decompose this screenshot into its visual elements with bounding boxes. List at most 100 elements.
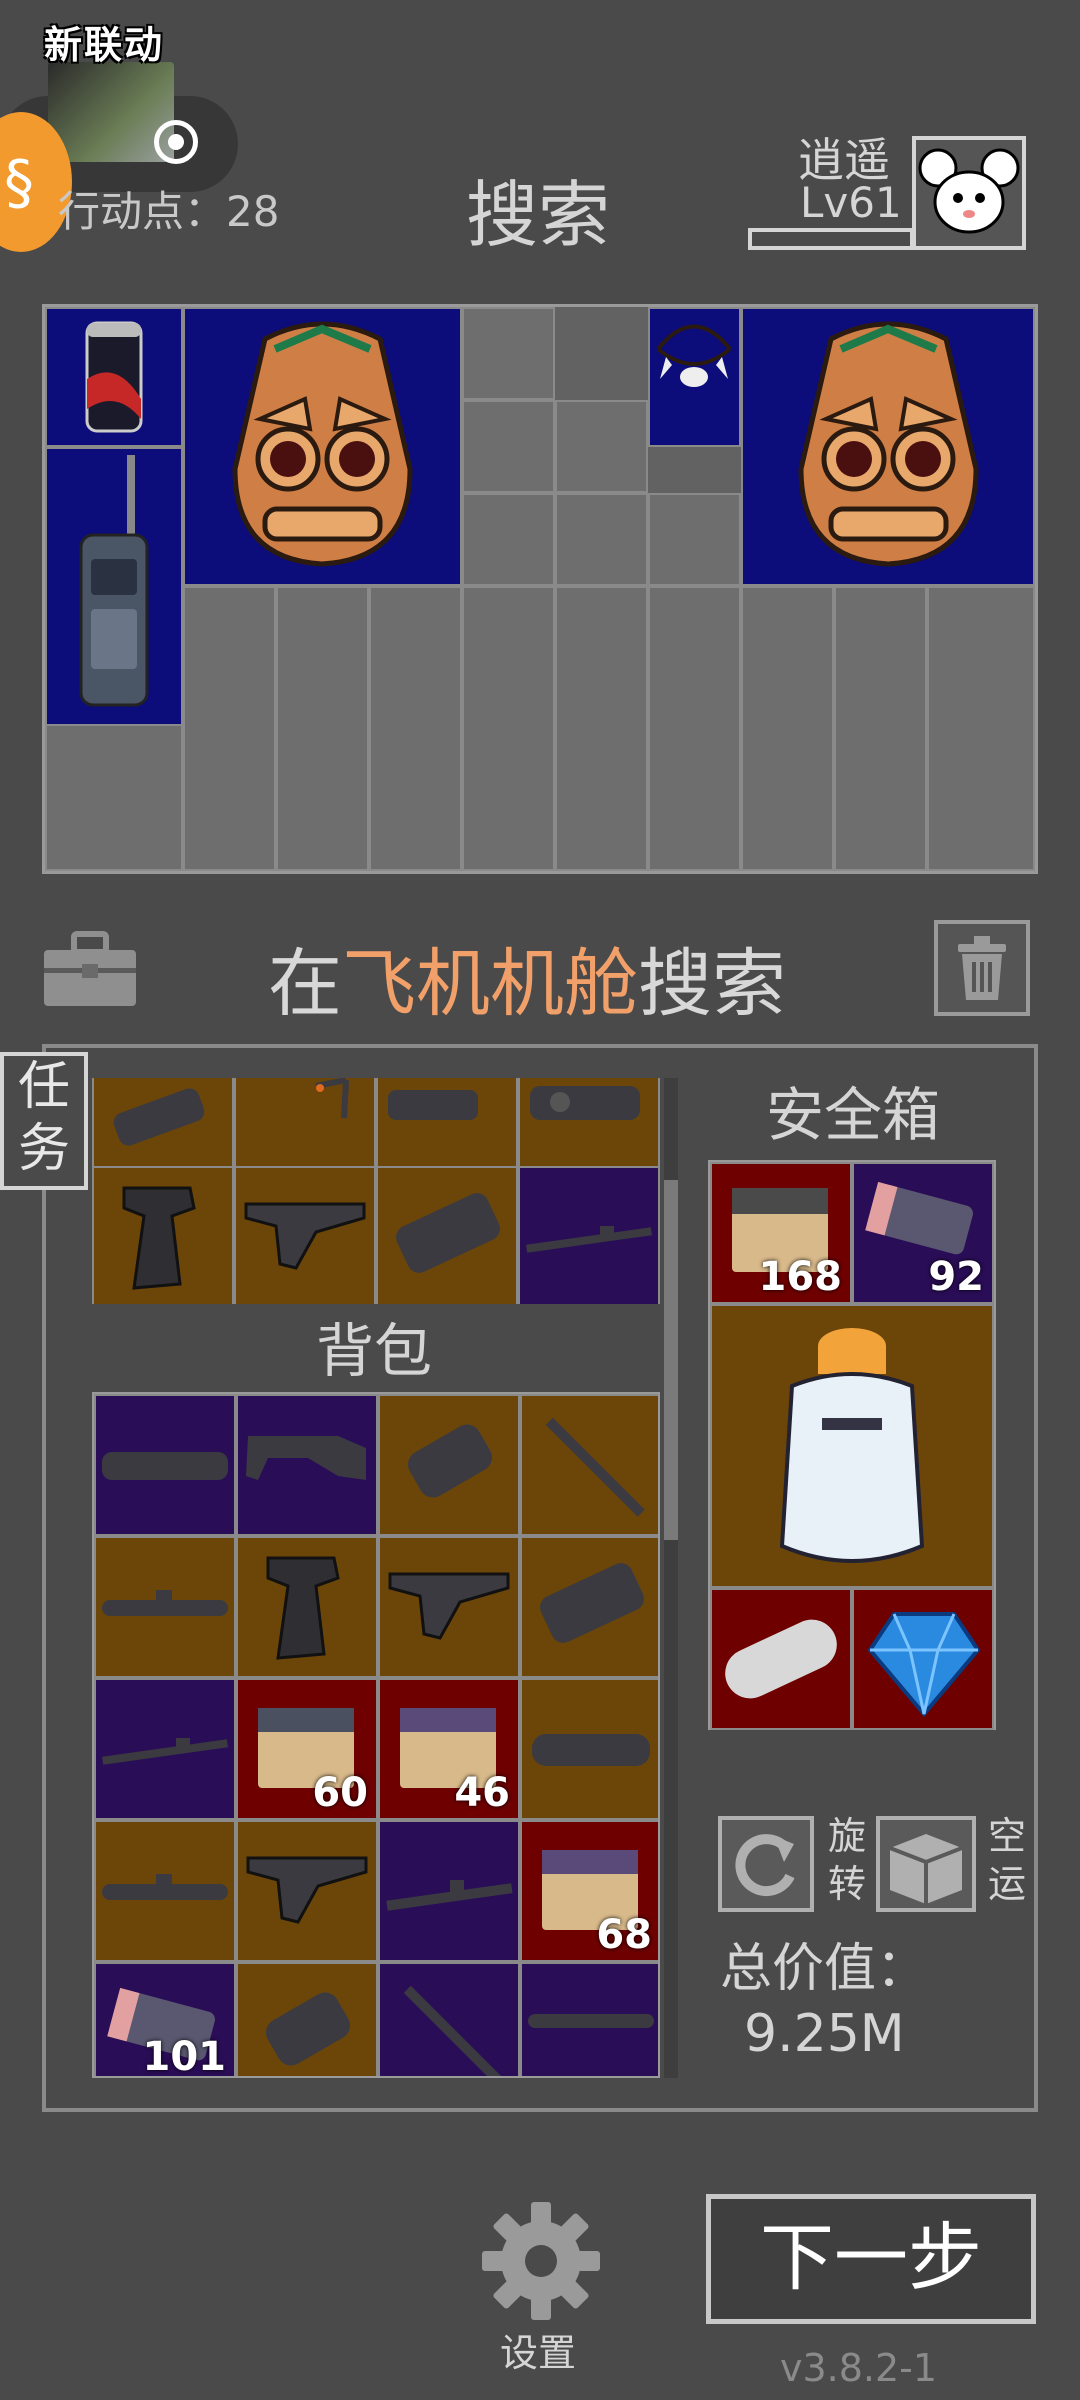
gear-icon <box>482 2202 600 2320</box>
scrollbar-thumb[interactable] <box>664 1180 678 1540</box>
loot-item-soda[interactable] <box>45 307 183 447</box>
trash-icon <box>958 936 1006 1000</box>
mouse-avatar-icon <box>918 148 1020 234</box>
backpack-item-bayonet[interactable] <box>378 1962 520 2076</box>
backpack-item-ammo-box[interactable]: 46 <box>378 1678 520 1820</box>
backpack-item-foregrip[interactable] <box>378 1536 520 1678</box>
empty-slot[interactable] <box>462 400 555 493</box>
safe-item-capsule[interactable] <box>710 1588 852 1730</box>
xp-bar <box>748 228 914 250</box>
loot-item-tiki-mask[interactable] <box>183 307 462 586</box>
rotate-label: 旋转 <box>828 1812 868 1908</box>
rotate-label-2: 转 <box>828 1862 867 1906</box>
backpack-item-flashlight[interactable] <box>520 1536 658 1678</box>
backpack-item-ammo-box[interactable]: 68 <box>520 1820 658 1962</box>
loot-item-scope-mount[interactable] <box>376 1078 518 1170</box>
rotate-button[interactable] <box>718 1816 814 1912</box>
muzzle-brake-icon <box>407 1424 493 1498</box>
version-label: v3.8.2-1 <box>780 2346 938 2390</box>
loot-item-foregrip[interactable] <box>234 1166 376 1304</box>
backpack-item-silencer[interactable] <box>94 1394 236 1536</box>
empty-slot[interactable] <box>648 493 741 586</box>
total-value-label: 总价值： <box>720 1939 929 1999</box>
empty-slot[interactable] <box>555 586 648 871</box>
empty-slot[interactable] <box>183 586 276 871</box>
empty-slot[interactable] <box>555 400 648 493</box>
empty-slot[interactable] <box>741 586 834 871</box>
scope-icon <box>102 1590 228 1616</box>
backpack-item-rifle-barrel[interactable] <box>94 1678 236 1820</box>
rotate-label-1: 旋 <box>828 1814 867 1858</box>
empty-slot[interactable] <box>555 493 648 586</box>
empty-label-1: 空 <box>988 1814 1027 1858</box>
rotate-icon <box>735 1834 795 1897</box>
next-step-button[interactable]: 下一步 <box>706 2194 1036 2324</box>
capsule-icon <box>725 1619 837 1699</box>
player-level: Lv61 <box>800 178 902 227</box>
bayonet-icon <box>403 1985 503 2076</box>
safe-item-dewar-flask[interactable] <box>710 1304 994 1588</box>
trash-button[interactable] <box>934 920 1030 1016</box>
backpack-item-gun-grip[interactable] <box>236 1536 378 1678</box>
item-count: 68 <box>596 1912 652 1958</box>
loot-item-bipod[interactable] <box>234 1078 376 1170</box>
loot-item-gun-grip[interactable] <box>92 1166 234 1304</box>
backpack-item-silencer[interactable] <box>520 1678 658 1820</box>
safe-box-label: 安全箱 <box>766 1081 941 1149</box>
empty-slot[interactable] <box>648 586 741 871</box>
sight-icon <box>530 1086 640 1120</box>
safe-item-blue-gem[interactable] <box>852 1588 994 1730</box>
backpack-item-rifle-barrel[interactable] <box>378 1820 520 1962</box>
empty-transport-button[interactable] <box>876 1816 976 1912</box>
gun-grip-icon <box>122 1186 196 1290</box>
backpack-item-bayonet[interactable] <box>520 1394 658 1536</box>
muzzle-brake-icon <box>265 1992 351 2066</box>
record-icon[interactable] <box>154 120 198 164</box>
backpack-item-muzzle-brake[interactable] <box>378 1394 520 1536</box>
backpack-grid: 60 46 68 101 <box>92 1392 660 2078</box>
empty-slot[interactable] <box>369 586 462 871</box>
backpack-label: 背包 <box>316 1317 433 1385</box>
backpack-item-foregrip[interactable] <box>236 1820 378 1962</box>
task-tab[interactable]: 任务 <box>0 1052 88 1190</box>
empty-slot[interactable] <box>462 586 555 871</box>
empty-slot[interactable] <box>276 586 369 871</box>
backpack-item-scope[interactable] <box>94 1820 236 1962</box>
rifle-barrel-icon <box>526 1226 652 1253</box>
action-points: 行动点：28 <box>58 187 280 236</box>
player-avatar[interactable] <box>912 136 1026 250</box>
safe-item-ammo-box[interactable]: 168 <box>710 1162 852 1304</box>
loot-item-claw-necklace[interactable] <box>648 307 741 447</box>
loot-item-sight[interactable] <box>518 1078 660 1170</box>
item-count: 60 <box>312 1770 368 1816</box>
empty-slot[interactable] <box>927 586 1035 871</box>
loot-item-muzzle-brake[interactable] <box>92 1078 234 1170</box>
loot-item-rifle-barrel[interactable] <box>518 1166 660 1304</box>
foregrip-icon <box>244 1202 366 1270</box>
backpack-item-stock[interactable] <box>236 1394 378 1536</box>
toolbox-button[interactable] <box>42 928 138 1008</box>
safe-item-battery[interactable]: 92 <box>852 1162 994 1304</box>
backpack-item-muzzle-brake[interactable] <box>236 1962 378 2076</box>
toolbox-icon <box>44 931 136 1006</box>
item-count: 92 <box>928 1254 984 1300</box>
backpack-item-battery[interactable]: 101 <box>94 1962 236 2076</box>
empty-slot[interactable] <box>834 586 927 871</box>
tiki-mask-icon <box>798 321 979 567</box>
empty-slot[interactable] <box>462 307 555 400</box>
backpack-item-scope[interactable] <box>520 1962 658 2076</box>
search-suffix: 搜索 <box>638 941 786 1027</box>
settings-button[interactable] <box>476 2196 606 2326</box>
loot-item-walkie-talkie[interactable] <box>45 447 183 726</box>
backpack-item-scope[interactable] <box>94 1536 236 1678</box>
promo-title[interactable]: 新联动 <box>44 14 164 69</box>
foregrip-icon <box>388 1572 510 1640</box>
backpack-item-ammo-box[interactable]: 60 <box>236 1678 378 1820</box>
item-count: 46 <box>454 1770 510 1816</box>
loot-item-tiki-mask[interactable] <box>741 307 1035 586</box>
flashlight-icon <box>540 1563 644 1643</box>
bayonet-icon <box>545 1417 645 1517</box>
settings-label: 设置 <box>500 2331 577 2375</box>
empty-slot[interactable] <box>462 493 555 586</box>
loot-item-flashlight[interactable] <box>376 1166 518 1304</box>
